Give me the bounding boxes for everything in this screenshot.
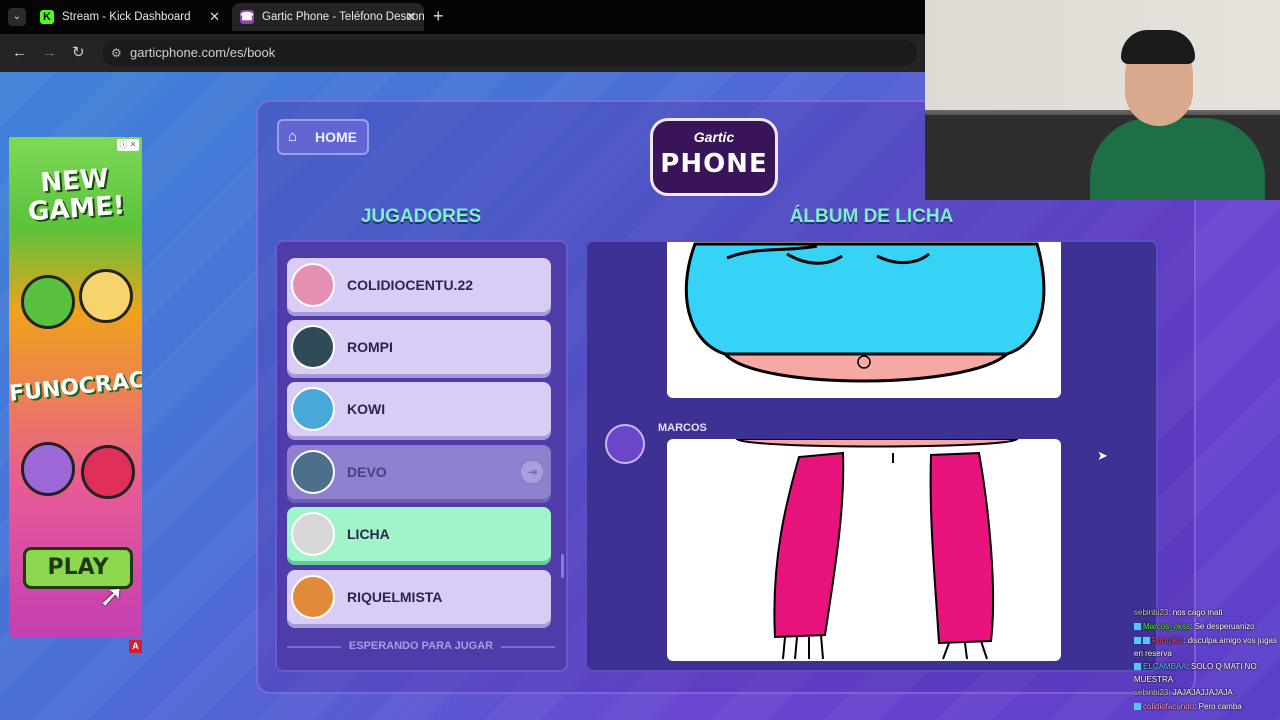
waiting-label: ESPERANDO PARA JUGAR <box>287 640 555 652</box>
streamer-shirt <box>1090 118 1265 200</box>
tab-label: Stream - Kick Dashboard <box>62 11 191 23</box>
players-scrollbar[interactable] <box>561 554 564 578</box>
album-view[interactable]: MARCOS <box>585 240 1158 672</box>
player-name: COLIDIOCENTU.22 <box>347 277 474 293</box>
player-name: ROMPI <box>347 339 393 355</box>
chat-user: sebinbi23 <box>1134 608 1169 617</box>
pig-avatar-icon <box>291 263 335 307</box>
author-avatar-icon <box>605 424 645 464</box>
chat-user: colidiofacundo <box>1143 702 1195 711</box>
tab-search-icon[interactable]: ⌄ <box>8 8 26 26</box>
chat-text: JAJAJAJJAJAJA <box>1172 688 1233 697</box>
back-icon[interactable]: ← <box>12 44 27 62</box>
tab-gartic-phone[interactable]: ☎ Gartic Phone - Teléfono Descon ✕ <box>232 3 424 31</box>
burger-avatar-icon <box>291 575 335 619</box>
chat-text: Pero camba <box>1198 702 1242 711</box>
chat-user: Pumpkin <box>1152 636 1184 645</box>
player-card-active[interactable]: LICHA <box>287 507 551 561</box>
exit-icon: ⇥ <box>521 461 543 483</box>
chat-user: Marcos_okss <box>1143 622 1191 631</box>
chat-text: Se desperuanizo <box>1194 622 1255 631</box>
ad-brand: FUNOCRACY <box>9 366 142 407</box>
chat-message: colidiofacundo: Pero camba <box>1134 700 1280 714</box>
drawing-blue-body <box>684 242 1046 383</box>
url-field[interactable]: ⚙ garticphone.com/es/book <box>102 40 917 66</box>
url-text: garticphone.com/es/book <box>130 45 276 60</box>
album-title: ÁLBUM DE LICHA <box>789 206 954 227</box>
player-name: DEVO <box>347 464 387 480</box>
chat-user: ELCAMBAA <box>1143 662 1187 671</box>
player-name: LICHA <box>347 526 390 542</box>
pointer-icon: ➚ <box>99 580 125 613</box>
subscriber-badge-icon <box>1134 703 1141 710</box>
player-name: KOWI <box>347 401 386 417</box>
crate-avatar-icon <box>291 450 335 494</box>
webcam-overlay <box>925 0 1280 200</box>
home-button[interactable]: ⌂ HOME <box>277 119 369 155</box>
ad-headline: NEW GAME! <box>27 163 126 228</box>
chat-user: sebinbi23 <box>1134 688 1169 697</box>
subscriber-badge-icon <box>1134 623 1141 630</box>
subscriber-badge-icon <box>1134 637 1141 644</box>
site-info-icon[interactable]: ⚙ <box>111 40 122 66</box>
logo-text-top: Gartic <box>693 129 735 145</box>
reload-icon[interactable]: ↻ <box>72 44 85 62</box>
side-advertisement[interactable]: ⓘ ✕ NEW GAME! FUNOCRACY PLAY ➚ <box>9 137 142 637</box>
subscriber-badge-icon <box>1134 663 1141 670</box>
streamer-cap <box>1121 30 1195 64</box>
chat-message: sebinbi23: nos cago mati <box>1134 608 1223 617</box>
webcam-wall <box>925 0 1280 110</box>
chat-message: sebinbi23: JAJAJAJJAJAJA <box>1134 688 1233 697</box>
mouse-cursor-icon: ➤ <box>1097 448 1108 463</box>
hooded-avatar-icon <box>291 325 335 369</box>
gartic-phone-logo: Gartic PHONE <box>650 118 778 196</box>
close-tab-icon[interactable]: ✕ <box>209 3 220 31</box>
player-card[interactable]: KOWI <box>287 382 551 436</box>
tab-label: Gartic Phone - Teléfono Descon <box>262 11 424 23</box>
players-title: JUGADORES <box>360 206 482 227</box>
ad-badge[interactable]: A <box>129 640 142 653</box>
chat-text: nos cago mati <box>1172 608 1223 617</box>
subscriber-badge-icon <box>1143 637 1150 644</box>
ad-info-icon[interactable]: ⓘ ✕ <box>117 139 139 151</box>
address-bar-row: ← → ↻ ⚙ garticphone.com/es/book <box>0 34 925 72</box>
chat-message: ELCAMBAA: SOLO Q MATI NO MUESTRA <box>1134 662 1257 684</box>
player-card[interactable]: ROMPI <box>287 320 551 374</box>
player-card[interactable]: RIQUELMISTA <box>287 570 551 624</box>
home-label: HOME <box>315 129 357 145</box>
new-tab-icon[interactable]: + <box>433 6 444 26</box>
home-icon: ⌂ <box>288 128 298 145</box>
tab-kick-dashboard[interactable]: K Stream - Kick Dashboard ✕ <box>32 3 228 31</box>
close-tab-icon[interactable]: ✕ <box>405 3 416 31</box>
drawing-pink-legs <box>735 439 1019 660</box>
thumbs-up-character-icon <box>21 275 75 329</box>
logo-text-bottom: PHONE <box>660 149 768 179</box>
bearded-character-icon <box>21 442 75 496</box>
author-name: MARCOS <box>658 422 707 434</box>
drawing-top <box>667 242 1061 398</box>
chat-message: Pumpkin: disculpa.amigo vos jugas en res… <box>1134 636 1277 658</box>
kick-favicon-icon: K <box>40 10 54 24</box>
chat-message: Marcos_okss: Se desperuanizo <box>1134 620 1280 634</box>
player-card[interactable]: COLIDIOCENTU.22 <box>287 258 551 312</box>
players-list[interactable]: COLIDIOCENTU.22 ROMPI KOWI DEVO ⇥ LICHA … <box>275 240 568 672</box>
gartic-favicon-icon: ☎ <box>240 10 254 24</box>
yeti-avatar-icon <box>291 387 335 431</box>
forward-icon[interactable]: → <box>42 44 57 62</box>
blonde-character-icon <box>79 269 133 323</box>
player-name: RIQUELMISTA <box>347 589 443 605</box>
player-card-away[interactable]: DEVO ⇥ <box>287 445 551 499</box>
angry-emoji-icon <box>81 445 135 499</box>
browser-tab-bar: ⌄ K Stream - Kick Dashboard ✕ ☎ Gartic P… <box>0 0 925 34</box>
drawing-bottom <box>667 439 1061 661</box>
stream-chat: sebinbi23: nos cago mati Marcos_okss: Se… <box>1134 606 1280 714</box>
knight-avatar-icon <box>291 512 335 556</box>
